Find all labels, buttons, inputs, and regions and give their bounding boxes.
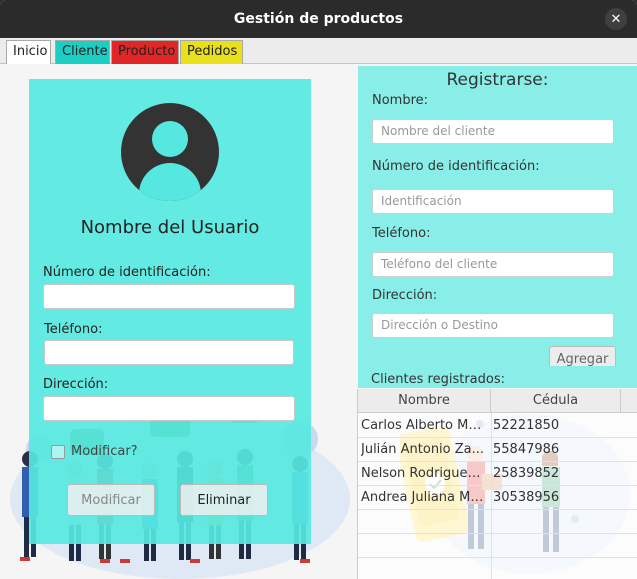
modify-checkbox-row: Modificar? — [51, 444, 138, 459]
cell-nombre: Julián Antonio Za... — [361, 442, 485, 457]
clients-header-strip: Clientes registrados: — [358, 366, 637, 388]
clients-table[interactable]: Nombre Cédula Carlos Alberto Ma... 52221… — [357, 389, 637, 579]
table-row-empty — [358, 534, 637, 558]
table-row[interactable]: Julián Antonio Za... 55847986 — [358, 438, 637, 462]
address-field[interactable] — [43, 396, 295, 421]
cell-cedula: 25839852 — [493, 466, 560, 481]
table-row-empty — [358, 510, 637, 534]
cell-nombre: Carlos Alberto Ma... — [361, 418, 486, 433]
tab-cliente[interactable]: Cliente — [55, 40, 110, 64]
client-phone-input[interactable]: Teléfono del cliente — [372, 252, 614, 277]
cell-cedula: 55847986 — [493, 442, 560, 457]
client-name-input[interactable]: Nombre del cliente — [372, 119, 614, 144]
client-id-input[interactable]: Identificación — [372, 189, 614, 214]
column-header-cedula[interactable]: Cédula — [491, 389, 621, 413]
registration-panel: Registrarse: Nombre: Nombre del cliente … — [358, 66, 637, 386]
client-address-input[interactable]: Dirección o Destino — [372, 313, 614, 338]
user-name-heading: Nombre del Usuario — [80, 217, 260, 238]
client-address-label: Dirección: — [372, 288, 438, 303]
modify-button[interactable]: Modificar — [67, 484, 155, 516]
id-label: Número de identificación: — [43, 265, 211, 280]
delete-button[interactable]: Eliminar — [180, 484, 268, 516]
id-field[interactable] — [43, 284, 295, 309]
tab-inicio[interactable]: Inicio — [6, 40, 51, 64]
tab-pedidos[interactable]: Pedidos — [180, 40, 243, 64]
table-row[interactable]: Carlos Alberto Ma... 52221850 — [358, 414, 637, 438]
user-avatar-icon — [121, 103, 219, 201]
window-title: Gestión de productos — [233, 11, 404, 27]
cell-nombre: Nelson Rodriguez ... — [361, 466, 486, 481]
clients-label: Clientes registrados: — [371, 372, 505, 387]
cell-cedula: 30538956 — [493, 490, 560, 505]
app-window: Gestión de productos ✕ Inicio Cliente Pr… — [0, 0, 637, 579]
phone-label: Teléfono: — [44, 322, 103, 337]
tab-bar: Inicio Cliente Producto Pedidos — [0, 38, 637, 64]
registration-title: Registrarse: — [446, 70, 549, 90]
title-bar: Gestión de productos ✕ — [0, 0, 637, 38]
table-row[interactable]: Nelson Rodriguez ... 25839852 — [358, 462, 637, 486]
modify-checkbox[interactable] — [51, 444, 65, 459]
client-phone-label: Teléfono: — [372, 226, 431, 241]
phone-field[interactable] — [44, 340, 294, 365]
cell-cedula: 52221850 — [493, 418, 560, 433]
cell-nombre: Andrea Juliana Mo... — [361, 490, 486, 505]
close-icon[interactable]: ✕ — [605, 8, 627, 30]
modify-checkbox-label: Modificar? — [71, 444, 138, 459]
table-row[interactable]: Andrea Juliana Mo... 30538956 — [358, 486, 637, 510]
tab-content: Nombre del Usuario Número de identificac… — [0, 64, 637, 579]
profile-card: Nombre del Usuario Número de identificac… — [29, 79, 311, 544]
tab-producto[interactable]: Producto — [111, 40, 179, 64]
address-label: Dirección: — [43, 377, 109, 392]
name-label: Nombre: — [372, 93, 429, 108]
client-id-label: Número de identificación: — [372, 159, 540, 174]
table-header: Nombre Cédula — [358, 389, 637, 413]
column-header-nombre[interactable]: Nombre — [358, 389, 491, 413]
